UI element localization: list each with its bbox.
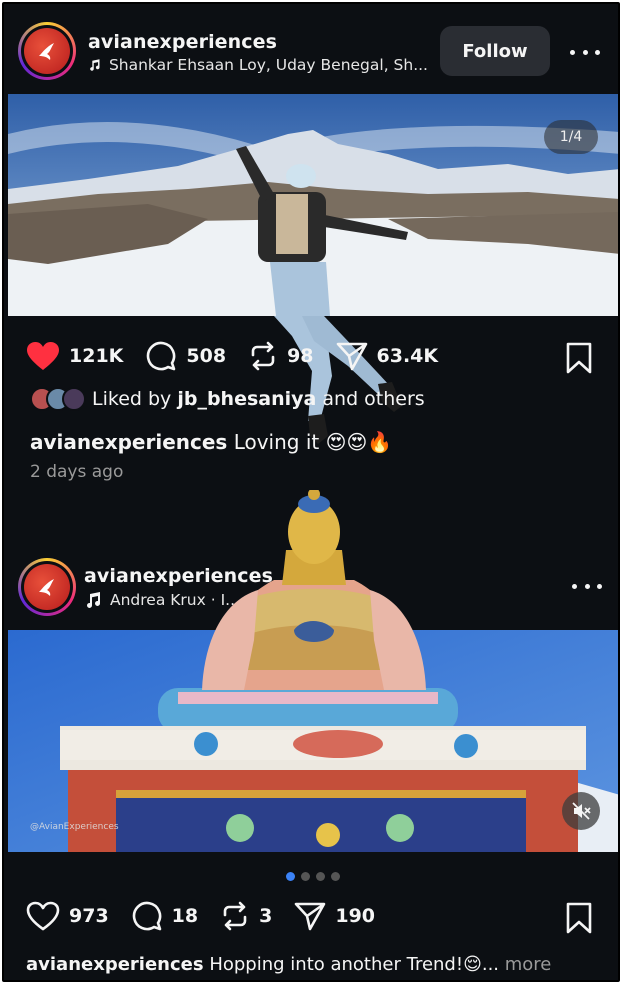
liker-avatar xyxy=(62,387,86,411)
comment-count: 18 xyxy=(171,905,199,927)
more-icon[interactable] xyxy=(572,576,602,596)
watermark: @AvianExperiences xyxy=(30,822,119,832)
mountain-photo xyxy=(8,94,618,316)
share-count: 190 xyxy=(335,905,376,927)
liked-by-user[interactable]: jb_bhesaniya xyxy=(177,388,316,410)
audio-track[interactable]: Shankar Ehsaan Loy, Uday Benegal, Sh... xyxy=(88,56,428,74)
heart-icon xyxy=(27,342,59,370)
share-count: 63.4K xyxy=(376,345,439,367)
comment-button[interactable]: 508 xyxy=(145,340,226,372)
audio-label: Shankar Ehsaan Loy, Uday Benegal, Sh... xyxy=(108,56,428,74)
like-count: 973 xyxy=(69,905,109,927)
caption-text: Hopping into another Trend!😌... xyxy=(209,954,500,975)
share-icon xyxy=(295,902,326,931)
post-actions: 973 18 3 190 xyxy=(26,900,397,932)
like-count: 121K xyxy=(69,345,124,367)
heart-icon xyxy=(26,901,60,931)
avatar[interactable] xyxy=(18,22,76,80)
share-button[interactable]: 190 xyxy=(294,901,375,931)
post-caption: avianexperiences Loving it 😍😍🔥 xyxy=(30,430,392,454)
music-note-icon xyxy=(90,59,100,71)
caption-username[interactable]: avianexperiences xyxy=(26,954,204,975)
comment-icon xyxy=(147,341,176,371)
avatar[interactable] xyxy=(18,558,76,616)
carousel-dots xyxy=(286,872,340,881)
more-icon[interactable] xyxy=(570,42,600,62)
repost-button[interactable]: 98 xyxy=(248,341,314,371)
post-timestamp: 2 days ago xyxy=(30,462,124,482)
liked-by-prefix: Liked by xyxy=(92,388,178,410)
carousel-counter: 1/4 xyxy=(544,120,598,154)
share-button[interactable]: 63.4K xyxy=(336,341,439,371)
repost-icon xyxy=(251,341,275,371)
like-button[interactable]: 121K xyxy=(26,341,123,371)
repost-button[interactable]: 3 xyxy=(220,901,272,931)
mute-button[interactable] xyxy=(562,792,600,830)
bird-logo-icon xyxy=(39,43,54,60)
mute-icon xyxy=(572,802,591,820)
person-legs-overflow xyxy=(274,316,402,444)
bookmark-button[interactable] xyxy=(565,342,593,378)
post-actions: 121K 508 98 63.4K xyxy=(26,340,460,372)
repost-count: 98 xyxy=(287,345,314,367)
caption-username[interactable]: avianexperiences xyxy=(30,430,227,454)
caption-text: Loving it 😍😍🔥 xyxy=(233,430,393,454)
music-note-icon xyxy=(87,592,100,608)
liked-by-suffix: and others xyxy=(316,388,425,410)
bookmark-button[interactable] xyxy=(565,902,593,938)
feed: avianexperiences Shankar Ehsaan Loy, Uda… xyxy=(2,2,620,982)
bookmark-icon xyxy=(566,342,592,374)
follow-button[interactable]: Follow xyxy=(440,26,550,76)
liked-by[interactable]: Liked by jb_bhesaniya and others xyxy=(30,387,425,411)
repost-count: 3 xyxy=(259,905,273,927)
buddha-statue xyxy=(202,490,426,690)
like-button[interactable]: 973 xyxy=(26,901,109,931)
share-icon xyxy=(336,342,367,371)
comment-count: 508 xyxy=(186,345,227,367)
repost-icon xyxy=(223,901,247,931)
bird-logo-icon xyxy=(39,579,54,596)
more-link[interactable]: more xyxy=(499,954,552,975)
comment-icon xyxy=(132,901,161,931)
post-username[interactable]: avianexperiences xyxy=(88,31,277,53)
comment-button[interactable]: 18 xyxy=(131,900,198,932)
post-image[interactable]: 1/4 xyxy=(8,94,618,316)
bookmark-icon xyxy=(566,902,592,934)
post-caption: avianexperiences Hopping into another Tr… xyxy=(26,954,551,975)
